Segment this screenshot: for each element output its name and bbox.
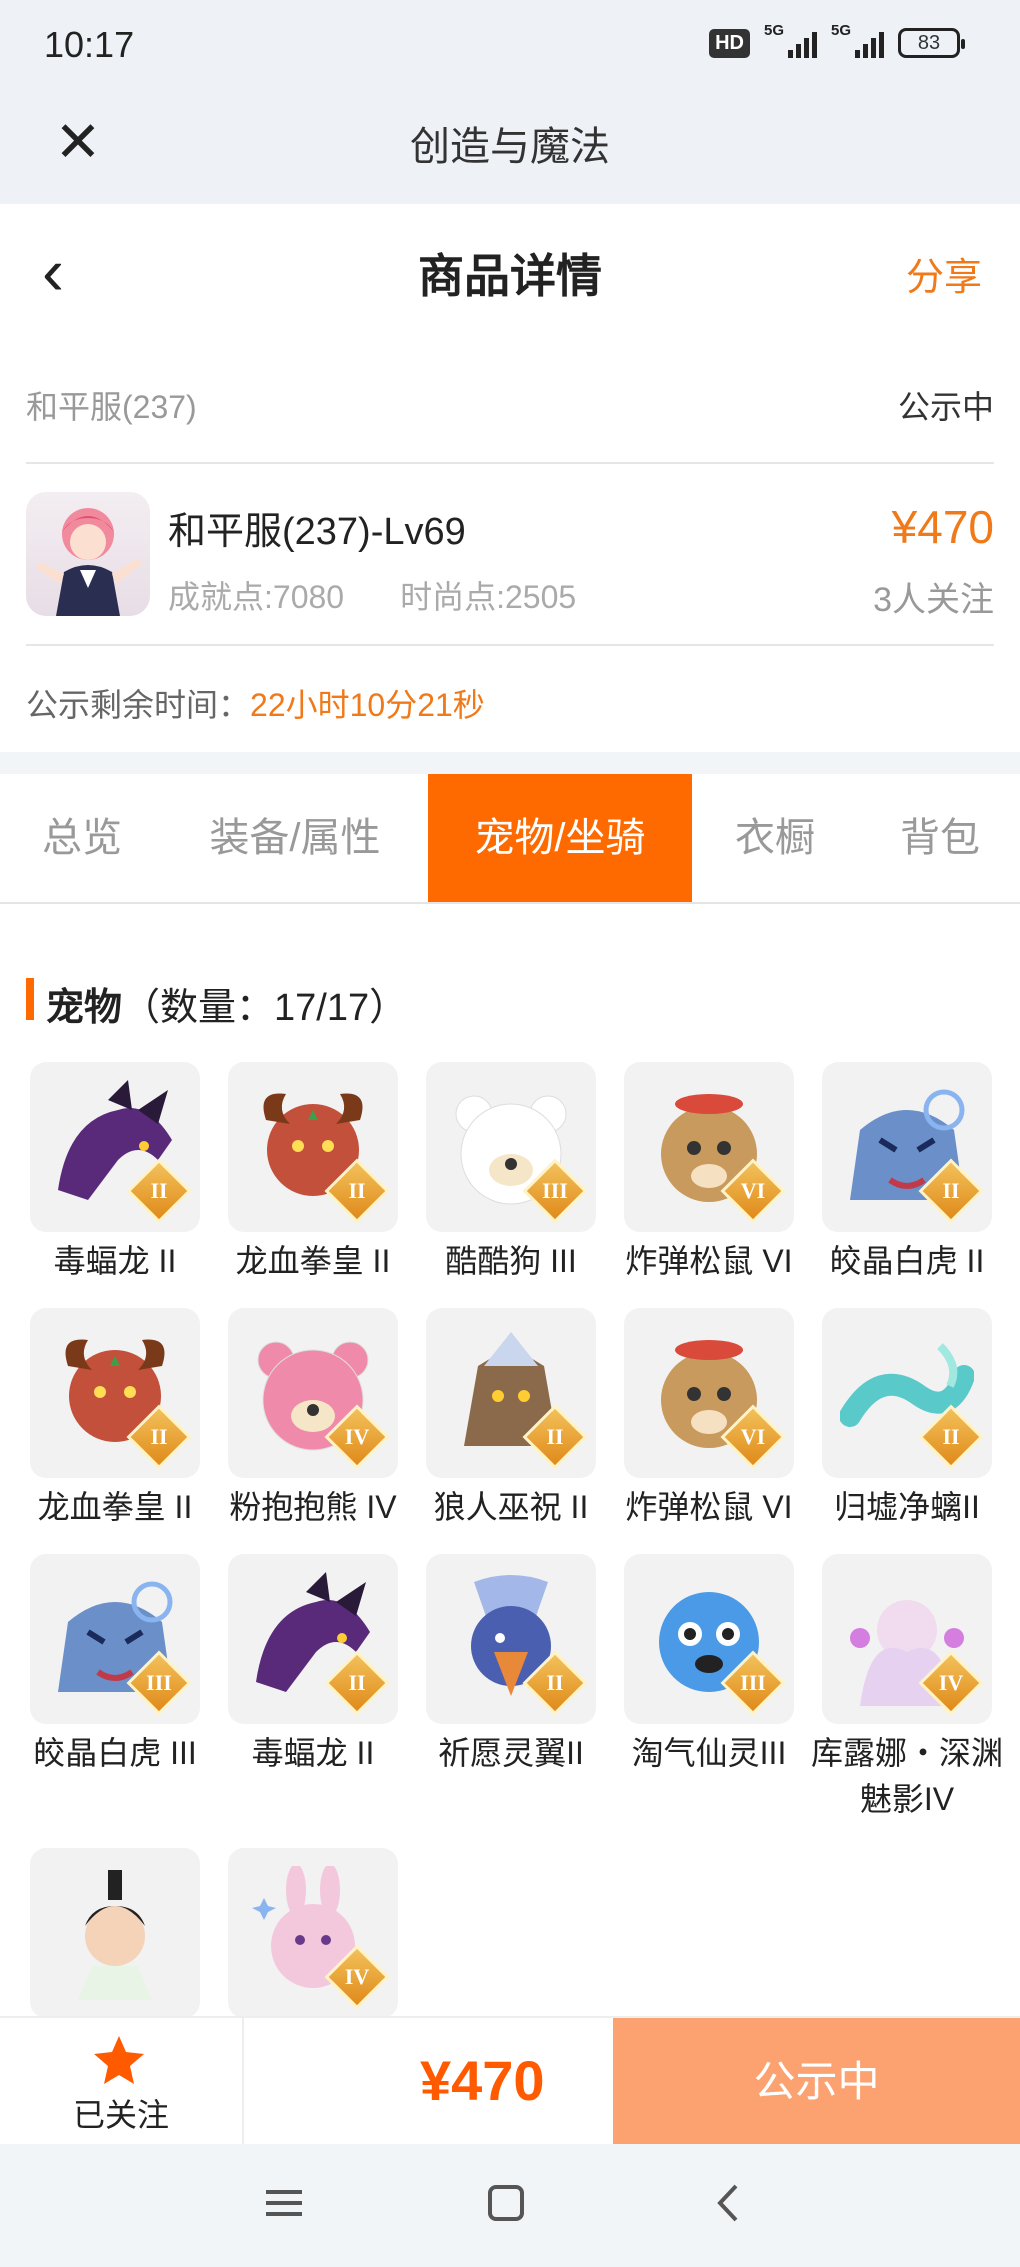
bear-icon: III xyxy=(426,1062,596,1232)
home-icon[interactable] xyxy=(476,2178,536,2228)
pet-item[interactable]: III 皎晶白虎 III xyxy=(26,1554,204,1776)
bottom-price: ¥470 xyxy=(420,2049,545,2112)
pet-item[interactable]: IV xyxy=(224,1848,402,2016)
divider xyxy=(26,644,994,646)
achievement-points: 成就点:7080 xyxy=(168,579,345,615)
ram-icon: II xyxy=(228,1062,398,1232)
pet-name: 毒蝠龙 II xyxy=(53,1243,177,1279)
pet-item[interactable]: IV 粉抱抱熊 IV xyxy=(224,1308,402,1530)
squirrel-icon: VI xyxy=(624,1308,794,1478)
battery-icon: 83 xyxy=(898,28,965,58)
server-name: 和平服(237) xyxy=(26,389,197,425)
ram-icon: II xyxy=(30,1308,200,1478)
pet-item[interactable]: II 龙血拳皇 II xyxy=(26,1308,204,1530)
tab-equipment[interactable]: 装备/属性 xyxy=(180,774,410,902)
product-price: ¥470 xyxy=(891,501,994,553)
dragon-icon: II xyxy=(30,1062,200,1232)
serpent-icon: II xyxy=(822,1308,992,1478)
listing-panel: ‹ 商品详情 分享 和平服(237) 公示中 和平服(237)-Lv69 成就点… xyxy=(0,204,1020,752)
product-stats: 成就点:7080 时尚点:2505 xyxy=(168,572,576,618)
share-button[interactable]: 分享 xyxy=(906,246,982,301)
pet-name: 祈愿灵翼II xyxy=(438,1735,584,1771)
pet-item[interactable]: II 皎晶白虎 II xyxy=(818,1062,996,1284)
wolf-icon: II xyxy=(426,1308,596,1478)
tab-wardrobe[interactable]: 衣橱 xyxy=(710,774,840,902)
pet-name: 归墟净螭II xyxy=(834,1489,980,1525)
divider xyxy=(26,462,994,464)
pet-item[interactable]: III 淘气仙灵III xyxy=(620,1554,798,1776)
tab-backpack[interactable]: 背包 xyxy=(870,774,1010,902)
pet-item[interactable] xyxy=(26,1848,204,2016)
fairy-icon: IV xyxy=(822,1554,992,1724)
follower-count: 3人关注 xyxy=(873,581,994,619)
pet-item[interactable]: II 毒蝠龙 II xyxy=(26,1062,204,1284)
pet-name: 酷酷狗 III xyxy=(445,1243,577,1279)
pet-name: 毒蝠龙 II xyxy=(251,1735,375,1771)
pet-name: 炸弹松鼠 VI xyxy=(625,1489,793,1525)
pet-name: 皎晶白虎 II xyxy=(829,1243,985,1279)
pet-item[interactable]: II 龙血拳皇 II xyxy=(224,1062,402,1284)
follow-button[interactable]: 已关注 xyxy=(0,2018,244,2146)
star-icon xyxy=(94,2036,144,2084)
signal-icon: 5G xyxy=(764,22,817,58)
status-icons: HD 5G 5G 83 xyxy=(709,22,965,58)
dog-icon: III xyxy=(624,1554,794,1724)
hd-icon: HD xyxy=(709,28,750,58)
pet-name: 龙血拳皇 II xyxy=(37,1489,193,1525)
section-name: 宠物 xyxy=(46,987,123,1029)
tab-bar: 总览 装备/属性 宠物/坐骑 衣橱 背包 xyxy=(0,774,1020,904)
pet-name: 粉抱抱熊 IV xyxy=(229,1489,397,1525)
tab-overview[interactable]: 总览 xyxy=(0,774,164,902)
system-nav-bar xyxy=(0,2144,1020,2267)
section-title: 宠物（数量：17/17） xyxy=(46,976,407,1031)
back-nav-icon[interactable] xyxy=(700,2178,760,2228)
remaining-time: 公示剩余时间：22小时10分21秒 xyxy=(26,680,485,726)
pet-name: 皎晶白虎 III xyxy=(33,1735,197,1771)
character-avatar xyxy=(26,492,150,616)
page-title: 商品详情 xyxy=(418,250,602,302)
menu-icon[interactable] xyxy=(254,2178,314,2228)
rabbit-icon: IV xyxy=(228,1848,398,2016)
bird-icon: II xyxy=(426,1554,596,1724)
tiger-icon: III xyxy=(30,1554,200,1724)
signal-icon-2: 5G xyxy=(831,22,884,58)
pet-name: 龙血拳皇 II xyxy=(235,1243,391,1279)
pet-name: 狼人巫祝 II xyxy=(433,1489,589,1525)
pet-item[interactable]: VI 炸弹松鼠 VI xyxy=(620,1062,798,1284)
pet-name: 库露娜・深渊魅影IV xyxy=(810,1735,1003,1817)
app-bar: ✕ 创造与魔法 xyxy=(0,94,1020,204)
remaining-label: 公示剩余时间： xyxy=(26,687,251,723)
girl-icon xyxy=(30,1848,200,2016)
pet-item[interactable]: VI 炸弹松鼠 VI xyxy=(620,1308,798,1530)
app-title: 创造与魔法 xyxy=(410,125,610,169)
remaining-value: 22小时10分21秒 xyxy=(250,687,485,723)
pets-content: 宠物（数量：17/17） II 毒蝠龙 II II 龙血拳皇 II III 酷酷狗 III… xyxy=(0,904,1020,2016)
fashion-points: 时尚点:2505 xyxy=(400,579,577,615)
pet-item[interactable]: II 祈愿灵翼II xyxy=(422,1554,600,1776)
publicity-button[interactable]: 公示中 xyxy=(613,2018,1020,2146)
squirrel-icon: VI xyxy=(624,1062,794,1232)
pet-item[interactable]: IV 库露娜・深渊魅影IV xyxy=(811,1554,1003,1822)
dragon-icon: II xyxy=(228,1554,398,1724)
status-label: 公示中 xyxy=(897,389,994,425)
pet-name: 淘气仙灵III xyxy=(631,1735,787,1771)
status-time: 10:17 xyxy=(44,24,135,65)
product-name: 和平服(237)-Lv69 xyxy=(168,511,466,553)
pet-item[interactable]: II 毒蝠龙 II xyxy=(224,1554,402,1776)
bear-icon: IV xyxy=(228,1308,398,1478)
followed-label: 已关注 xyxy=(72,2097,169,2133)
tiger-icon: II xyxy=(822,1062,992,1232)
section-count: （数量：17/17） xyxy=(122,987,408,1029)
status-bar: 10:17 HD 5G 5G 83 xyxy=(0,0,1020,94)
pet-item[interactable]: II 狼人巫祝 II xyxy=(422,1308,600,1530)
tab-pets-mounts[interactable]: 宠物/坐骑 xyxy=(428,774,692,902)
section-marker xyxy=(26,978,34,1020)
pet-name: 炸弹松鼠 VI xyxy=(625,1243,793,1279)
action-bar: 已关注 ¥470 公示中 xyxy=(0,2016,1020,2146)
pet-item[interactable]: III 酷酷狗 III xyxy=(422,1062,600,1284)
pet-item[interactable]: II 归墟净螭II xyxy=(818,1308,996,1530)
